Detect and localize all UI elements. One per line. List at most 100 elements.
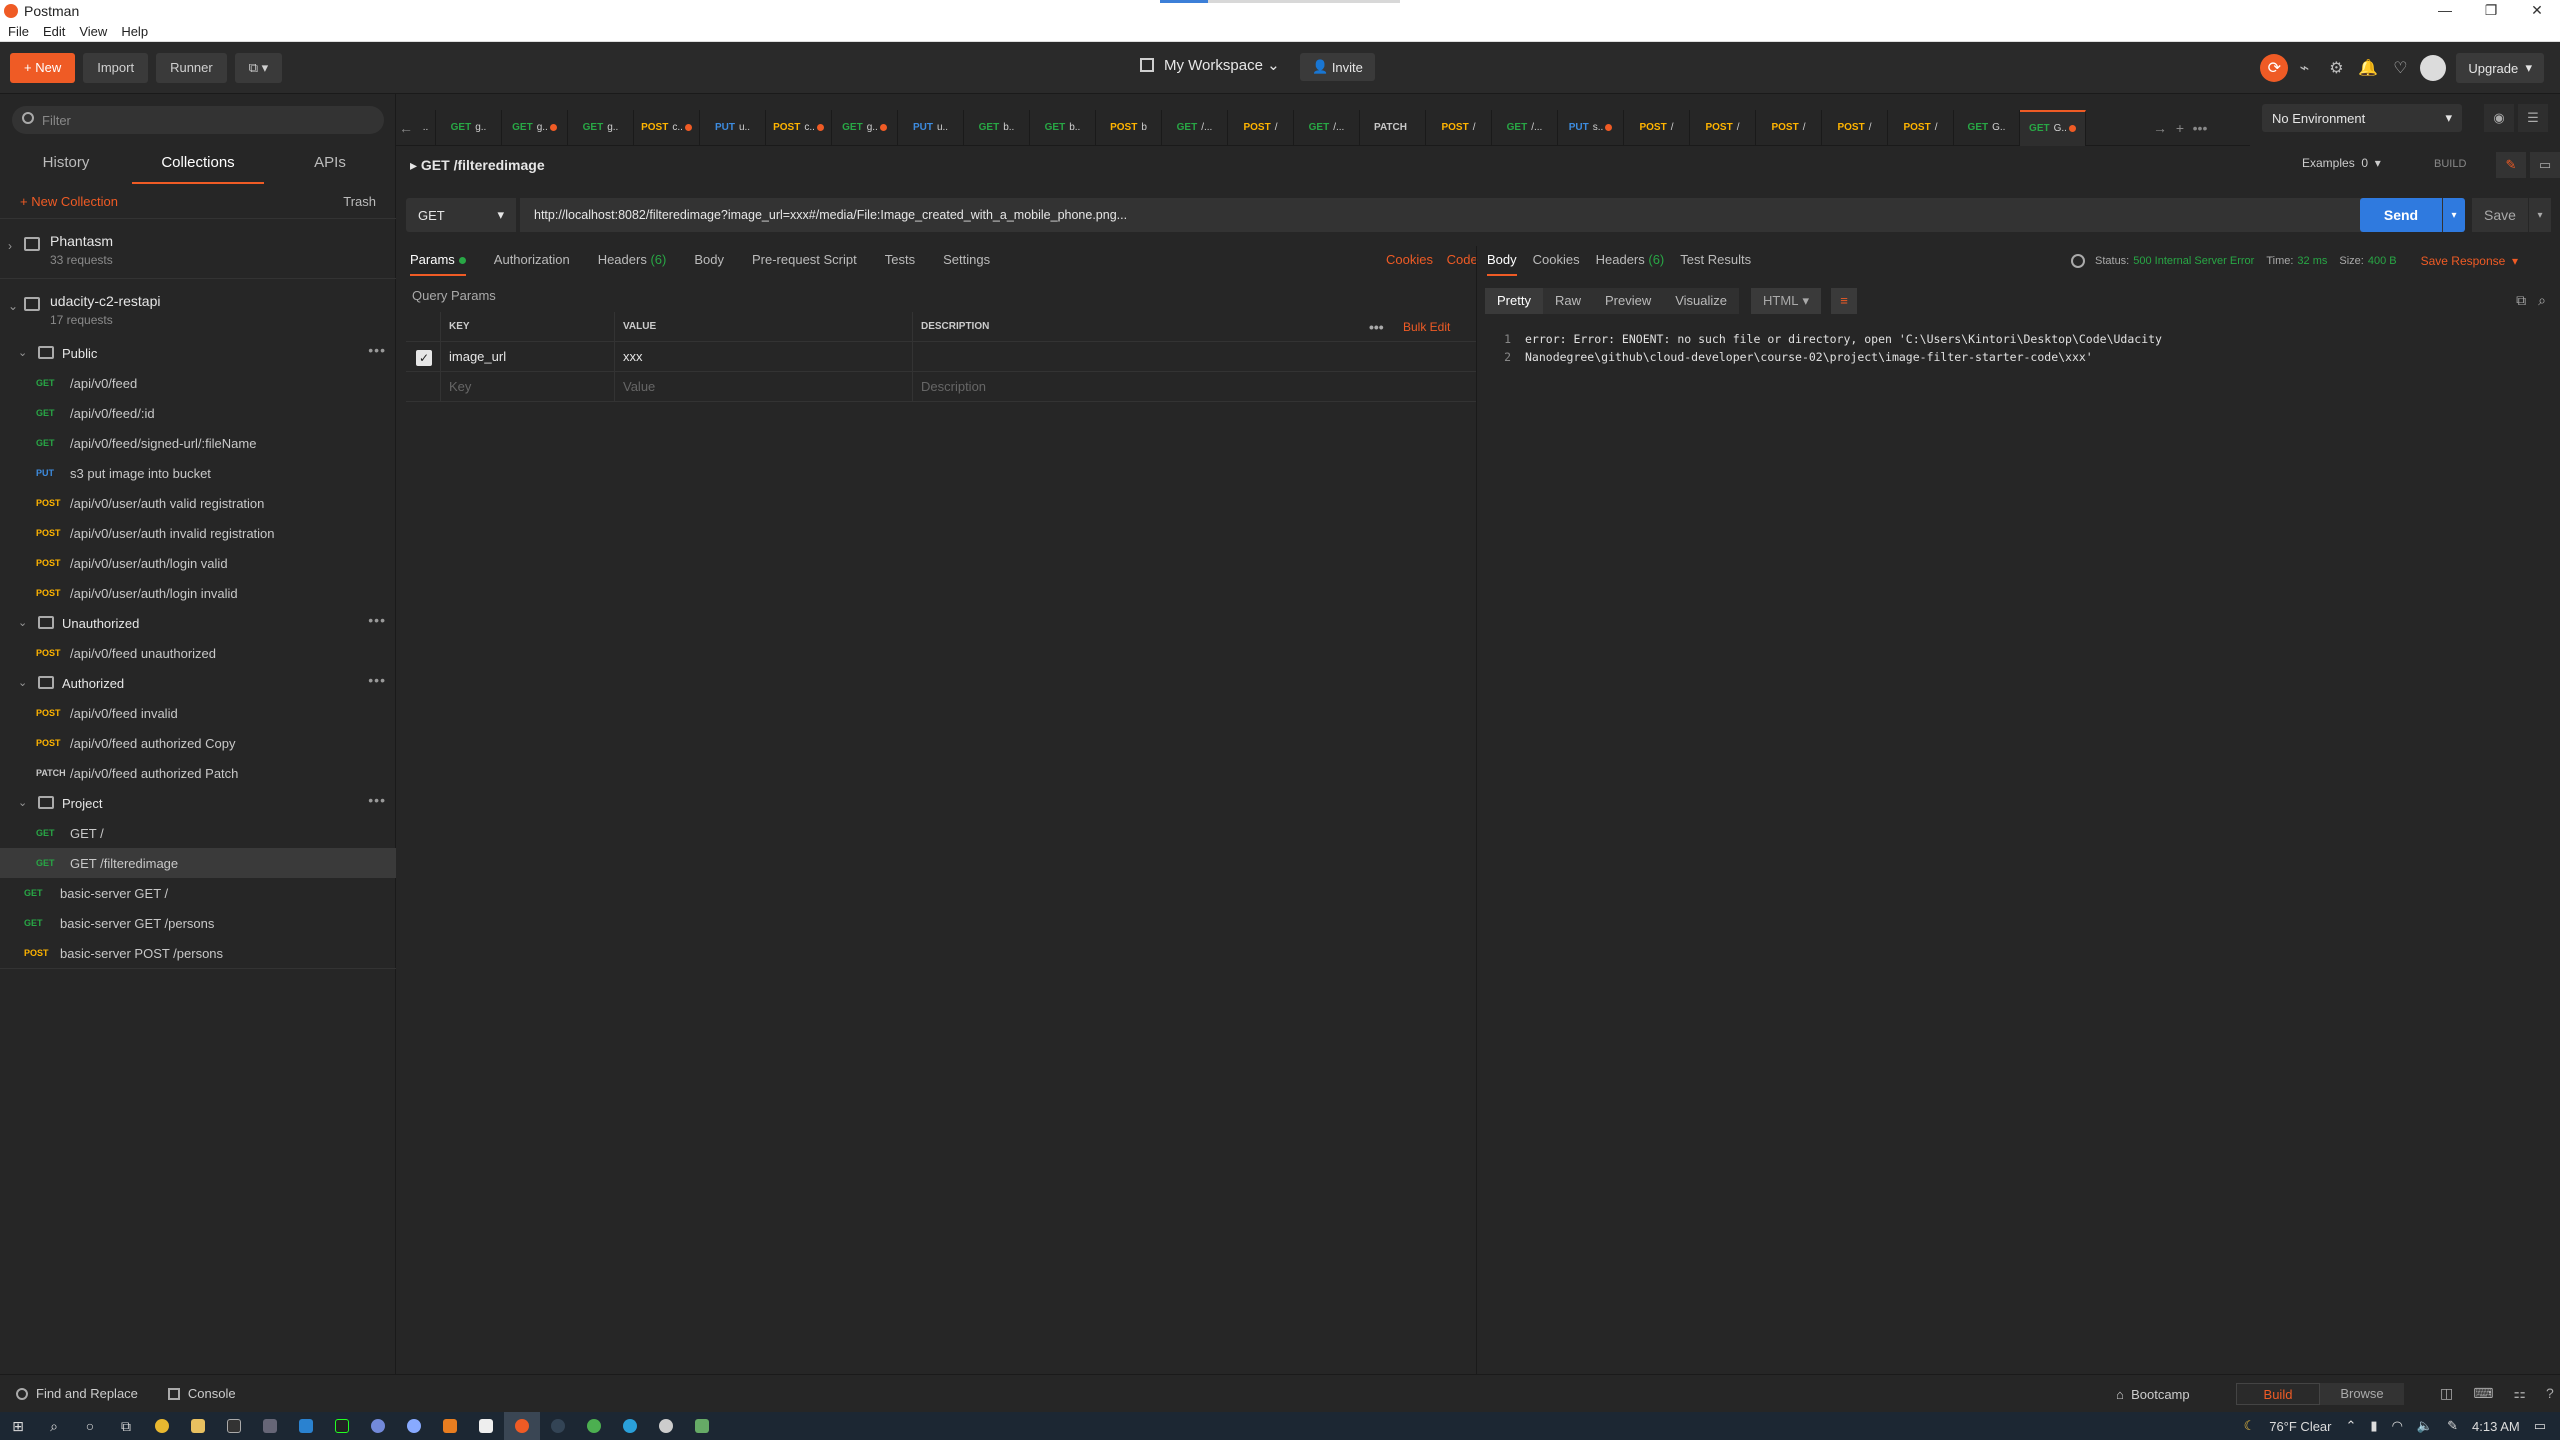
- new-button[interactable]: + New: [10, 52, 76, 83]
- task-view-icon[interactable]: ⧉: [108, 1412, 144, 1440]
- copy-icon[interactable]: ⧉: [2516, 292, 2526, 309]
- notepad-icon[interactable]: [468, 1412, 504, 1440]
- more-icon[interactable]: •••: [368, 612, 386, 628]
- format-preview[interactable]: Preview: [1592, 288, 1664, 314]
- request-tab[interactable]: GET g..: [832, 109, 898, 146]
- request-tab[interactable]: GET/...: [1294, 109, 1360, 146]
- new-value-input[interactable]: Value: [614, 372, 912, 401]
- sidebar-request-item[interactable]: POST/api/v0/user/auth/login valid: [0, 548, 396, 578]
- cookies-link[interactable]: Cookies: [1386, 252, 1433, 267]
- menu-edit[interactable]: Edit: [43, 24, 65, 39]
- wifi-icon[interactable]: ◠: [2392, 1418, 2403, 1434]
- tab-tests[interactable]: Tests: [885, 246, 915, 276]
- folder-public[interactable]: ⌄ Public •••: [0, 338, 396, 368]
- console-button[interactable]: Console: [167, 1386, 236, 1401]
- sidebar-request-item[interactable]: PATCH/api/v0/feed authorized Patch: [0, 758, 396, 788]
- format-visualize[interactable]: Visualize: [1663, 288, 1740, 314]
- resp-tab-test-results[interactable]: Test Results: [1680, 246, 1751, 276]
- pencil-icon[interactable]: ✎: [2496, 152, 2526, 178]
- tab-collections[interactable]: Collections: [132, 144, 264, 184]
- pen-icon[interactable]: ✎: [2447, 1418, 2458, 1434]
- save-response-button[interactable]: Save Response ▾: [2421, 254, 2518, 268]
- collection-phantasm[interactable]: › Phantasm 33 requests: [0, 218, 396, 278]
- settings-icon[interactable]: ⚙: [2320, 52, 2352, 84]
- tab-overflow[interactable]: ..: [416, 109, 436, 146]
- sidebar-request-item[interactable]: POST/api/v0/user/auth invalid registrati…: [0, 518, 396, 548]
- resp-tab-cookies[interactable]: Cookies: [1533, 246, 1580, 276]
- more-icon[interactable]: •••: [368, 342, 386, 358]
- sidebar-request-item[interactable]: PUT s3 put image into bucket: [0, 458, 396, 488]
- send-options-button[interactable]: ▾: [2443, 198, 2465, 232]
- upgrade-button[interactable]: Upgrade ▾: [2456, 53, 2544, 83]
- param-checkbox[interactable]: ✓: [416, 350, 432, 366]
- app-icon[interactable]: [252, 1412, 288, 1440]
- request-tab[interactable]: PATCH: [1360, 109, 1426, 146]
- help-icon[interactable]: ?: [2546, 1385, 2554, 1402]
- add-tab-icon[interactable]: +: [2170, 120, 2190, 136]
- sliders-icon[interactable]: ☰: [2518, 104, 2548, 132]
- request-tab[interactable]: POST /: [1888, 109, 1954, 146]
- tab-body[interactable]: Body: [694, 246, 724, 276]
- folder-unauthorized[interactable]: ⌄ Unauthorized •••: [0, 608, 396, 638]
- sidebar-request-item[interactable]: GET basic-server GET /: [0, 878, 396, 908]
- bootcamp-button[interactable]: ⌂ Bootcamp: [2116, 1387, 2190, 1402]
- request-tab[interactable]: POST b: [1096, 109, 1162, 146]
- shortcuts-icon[interactable]: ⚏: [2513, 1385, 2526, 1402]
- request-tab[interactable]: PUT u..: [898, 109, 964, 146]
- examples-dropdown[interactable]: Examples 0 ▾: [2302, 156, 2381, 170]
- pycharm-icon[interactable]: [324, 1412, 360, 1440]
- menu-help[interactable]: Help: [121, 24, 148, 39]
- sidebar-request-item[interactable]: POST/api/v0/user/auth valid registration: [0, 488, 396, 518]
- weather-text[interactable]: 76°F Clear: [2269, 1419, 2331, 1434]
- request-tab[interactable]: GET b..: [1030, 109, 1096, 146]
- app-icon[interactable]: [648, 1412, 684, 1440]
- file-explorer-icon[interactable]: [180, 1412, 216, 1440]
- filter-input[interactable]: Filter: [12, 106, 384, 134]
- steam-icon[interactable]: [540, 1412, 576, 1440]
- tray-chevron-icon[interactable]: ⌃: [2346, 1418, 2357, 1434]
- heart-icon[interactable]: ♡: [2384, 52, 2416, 84]
- search-icon[interactable]: ⌕: [36, 1412, 72, 1440]
- sidebar-request-item[interactable]: POST/api/v0/feed authorized Copy: [0, 728, 396, 758]
- request-tab[interactable]: POST /: [1756, 109, 1822, 146]
- more-icon[interactable]: •••: [368, 792, 386, 808]
- arrow-left-icon[interactable]: ←: [396, 120, 416, 136]
- sidebar-request-item[interactable]: POST/api/v0/feed invalid: [0, 698, 396, 728]
- tab-pre-request-script[interactable]: Pre-request Script: [752, 246, 857, 276]
- more-icon[interactable]: •••: [1369, 312, 1384, 342]
- keyboard-icon[interactable]: ⌨: [2473, 1385, 2493, 1402]
- folder-project[interactable]: ⌄ Project •••: [0, 788, 396, 818]
- param-description[interactable]: [912, 342, 1476, 371]
- save-button[interactable]: Save: [2472, 198, 2528, 232]
- request-tab[interactable]: GET g..: [568, 109, 634, 146]
- collection-udacity[interactable]: ⌄ udacity-c2-restapi 17 requests: [0, 278, 396, 338]
- chrome-icon[interactable]: [576, 1412, 612, 1440]
- new-key-input[interactable]: Key: [440, 372, 614, 401]
- minimize-button[interactable]: —: [2422, 0, 2468, 22]
- maximize-button[interactable]: ❐: [2468, 0, 2514, 22]
- request-title[interactable]: ▸ GET /filteredimage: [410, 157, 545, 174]
- build-mode-button[interactable]: Build: [2236, 1383, 2320, 1405]
- format-language-select[interactable]: HTML ▾: [1751, 288, 1822, 314]
- request-tab[interactable]: GET b..: [964, 109, 1030, 146]
- sidebar-request-item[interactable]: POST/api/v0/feed unauthorized: [0, 638, 396, 668]
- runner-button[interactable]: Runner: [156, 52, 227, 83]
- request-tab[interactable]: POST /: [1690, 109, 1756, 146]
- sidebar-request-item[interactable]: GET/api/v0/feed/:id: [0, 398, 396, 428]
- network-icon[interactable]: ▮: [2370, 1418, 2377, 1434]
- volume-icon[interactable]: 🔈: [2417, 1418, 2433, 1434]
- close-button[interactable]: ✕: [2514, 0, 2560, 22]
- tab-apis[interactable]: APIs: [264, 144, 396, 184]
- app-icon[interactable]: [396, 1412, 432, 1440]
- terminal-icon[interactable]: [216, 1412, 252, 1440]
- request-tab[interactable]: POST /: [1822, 109, 1888, 146]
- windows-start-icon[interactable]: ⊞: [0, 1412, 36, 1440]
- save-options-button[interactable]: ▾: [2529, 198, 2551, 232]
- request-tab[interactable]: POST c..: [766, 109, 832, 146]
- wrap-lines-icon[interactable]: ≡: [1831, 288, 1858, 314]
- bell-icon[interactable]: 🔔: [2352, 52, 2384, 84]
- more-tabs-icon[interactable]: •••: [2190, 120, 2210, 136]
- browse-mode-button[interactable]: Browse: [2320, 1383, 2404, 1405]
- tab-authorization[interactable]: Authorization: [494, 246, 570, 276]
- app-icon[interactable]: [684, 1412, 720, 1440]
